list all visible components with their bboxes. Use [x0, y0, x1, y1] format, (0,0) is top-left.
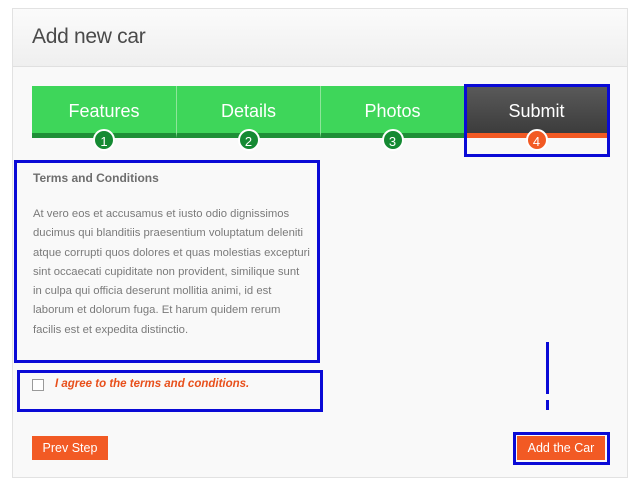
- step-number: 3: [381, 129, 404, 151]
- agree-checkbox[interactable]: [32, 379, 44, 391]
- agreement-highlight: [17, 370, 323, 412]
- step-details[interactable]: Details 2: [176, 86, 320, 151]
- step-features[interactable]: Features 1: [32, 86, 176, 151]
- step-photos[interactable]: Photos 3: [320, 86, 464, 151]
- step-number: 2: [237, 129, 260, 151]
- panel-header: Add new car: [13, 9, 627, 67]
- dashed-marker: [546, 342, 549, 394]
- dashed-marker: [546, 400, 549, 410]
- submit-step-highlight: [464, 84, 610, 157]
- add-car-button[interactable]: Add the Car: [517, 436, 605, 460]
- step-label: Details: [220, 101, 277, 121]
- page-title: Add new car: [32, 25, 146, 48]
- prev-step-button[interactable]: Prev Step: [32, 436, 108, 460]
- terms-text: At vero eos et accusamus et iusto odio d…: [33, 208, 310, 336]
- agree-label[interactable]: I agree to the terms and conditions.: [55, 378, 249, 390]
- step-number: 1: [93, 129, 115, 151]
- step-label: Photos: [364, 101, 421, 121]
- step-label: Features: [68, 101, 140, 121]
- terms-title: Terms and Conditions: [33, 171, 159, 185]
